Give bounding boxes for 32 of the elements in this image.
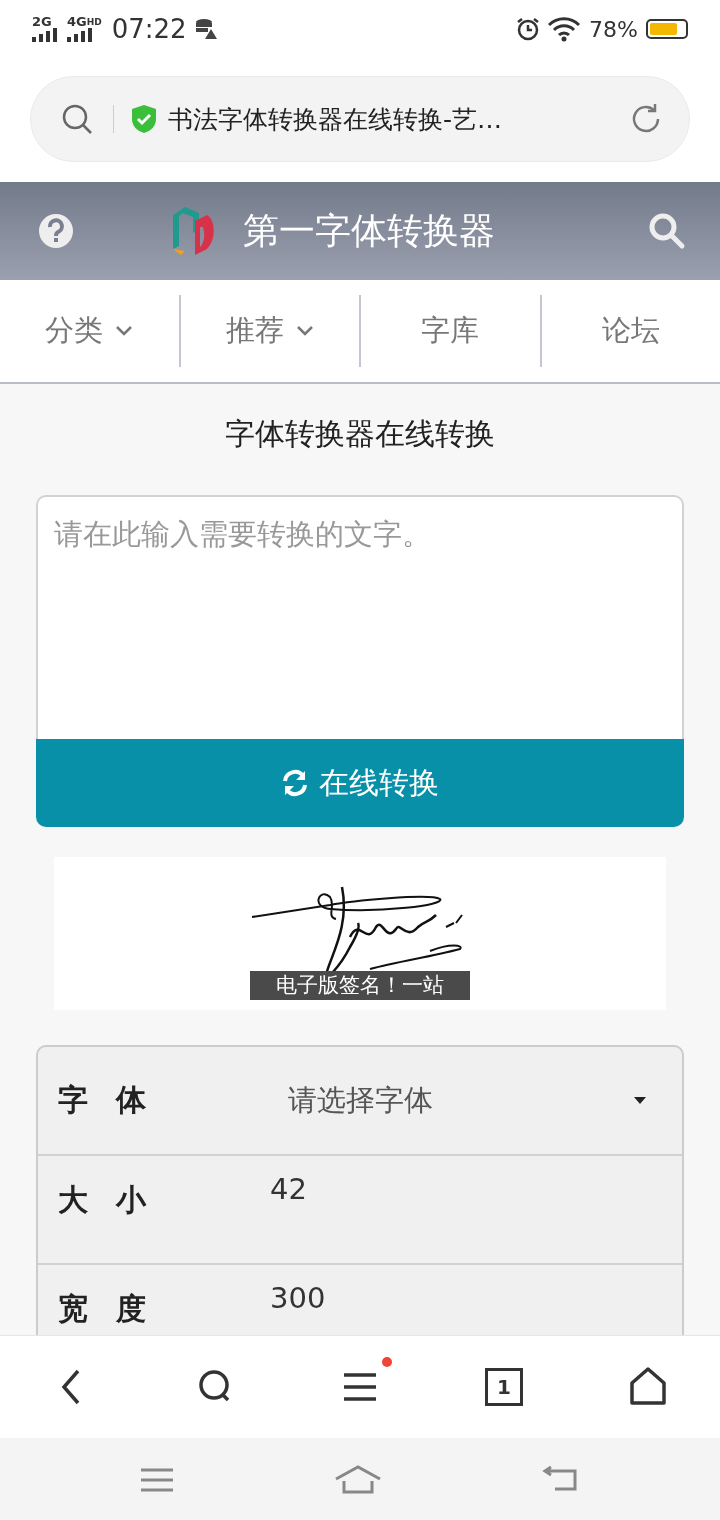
field-value[interactable]: 300 xyxy=(270,1281,326,1335)
heading: 字体转换器在线转换 xyxy=(224,415,496,453)
caret-icon xyxy=(634,1097,646,1104)
text-input-field[interactable]: 请在此输入需要转换的文字。 xyxy=(36,495,684,739)
field-value[interactable]: 42 xyxy=(270,1172,307,1263)
clock-time: 07:22 xyxy=(111,14,187,44)
signal-label: 2G xyxy=(32,16,52,28)
tab-count-button[interactable]: 1 xyxy=(485,1368,523,1406)
field-label: 字 体 xyxy=(57,1081,148,1119)
wifi-icon xyxy=(547,16,582,42)
nav-tab[interactable]: 推荐 xyxy=(178,295,359,367)
help-icon[interactable] xyxy=(38,213,74,249)
signal-icon xyxy=(32,28,57,42)
nav-tab[interactable]: 论坛 xyxy=(539,295,720,367)
search-icon xyxy=(61,103,93,135)
page-title: 书法字体转换器在线转换-艺… xyxy=(168,103,504,136)
field-label: 宽 度 xyxy=(57,1291,148,1328)
field-label: 大 小 xyxy=(57,1182,148,1219)
nav-tab[interactable]: 字库 xyxy=(359,295,540,367)
refresh-icon xyxy=(281,769,309,797)
font-select[interactable]: 请选择字体 xyxy=(270,1080,682,1121)
battery-icon xyxy=(646,19,688,39)
database-warning-icon xyxy=(194,18,217,40)
signal-icon xyxy=(67,28,92,42)
nav-tab[interactable]: 分类 xyxy=(0,295,179,367)
convert-button[interactable]: 在线转换 xyxy=(36,739,684,827)
battery-percent: 78% xyxy=(589,16,638,42)
address-bar[interactable]: 书法字体转换器在线转换-艺… xyxy=(30,76,690,162)
signal-label: 4GHD xyxy=(67,16,102,28)
site-title: 第一字体转换器 xyxy=(242,208,495,253)
menu-icon[interactable] xyxy=(342,1372,378,1402)
banner-caption: 电子版签名！一站 xyxy=(250,971,470,1000)
